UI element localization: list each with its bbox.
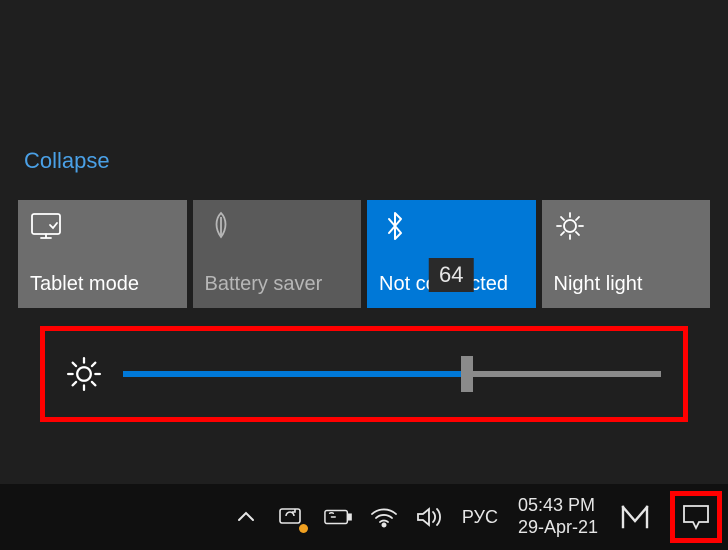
- tile-tablet-mode[interactable]: Tablet mode: [18, 200, 187, 308]
- brightness-tooltip: 64: [429, 258, 473, 292]
- brightness-slider-row: [40, 326, 688, 422]
- taskbar: РУС 05:43 PM 29-Apr-21: [0, 484, 728, 550]
- app-icon-m[interactable]: [618, 503, 652, 531]
- tile-night-light[interactable]: Night light: [542, 200, 711, 308]
- tile-label: Battery saver: [205, 273, 350, 296]
- quick-action-tiles: Tablet mode Battery saver Not connected …: [18, 200, 710, 308]
- action-center-panel: Collapse Tablet mode Battery saver: [0, 0, 728, 422]
- brightness-slider[interactable]: [123, 371, 661, 377]
- tablet-mode-icon: [30, 210, 62, 242]
- tile-battery-saver[interactable]: Battery saver: [193, 200, 362, 308]
- sync-icon[interactable]: [278, 503, 306, 531]
- tile-bluetooth[interactable]: Not connected 64: [367, 200, 536, 308]
- night-light-icon: [554, 210, 586, 242]
- volume-icon[interactable]: [416, 503, 444, 531]
- language-indicator[interactable]: РУС: [462, 507, 498, 528]
- collapse-button[interactable]: Collapse: [24, 148, 110, 174]
- slider-fill: [123, 371, 467, 377]
- tile-label: Tablet mode: [30, 273, 175, 296]
- slider-thumb[interactable]: [461, 356, 473, 392]
- action-center-button[interactable]: [670, 491, 722, 543]
- tile-label: Night light: [554, 273, 699, 296]
- taskbar-date: 29-Apr-21: [518, 517, 598, 539]
- brightness-icon: [67, 357, 101, 391]
- battery-icon[interactable]: [324, 503, 352, 531]
- system-tray: РУС: [232, 503, 498, 531]
- bluetooth-icon: [379, 210, 411, 242]
- tray-overflow-icon[interactable]: [232, 503, 260, 531]
- taskbar-clock[interactable]: 05:43 PM 29-Apr-21: [518, 495, 598, 538]
- wifi-icon[interactable]: [370, 503, 398, 531]
- leaf-icon: [205, 210, 237, 242]
- taskbar-time: 05:43 PM: [518, 495, 598, 517]
